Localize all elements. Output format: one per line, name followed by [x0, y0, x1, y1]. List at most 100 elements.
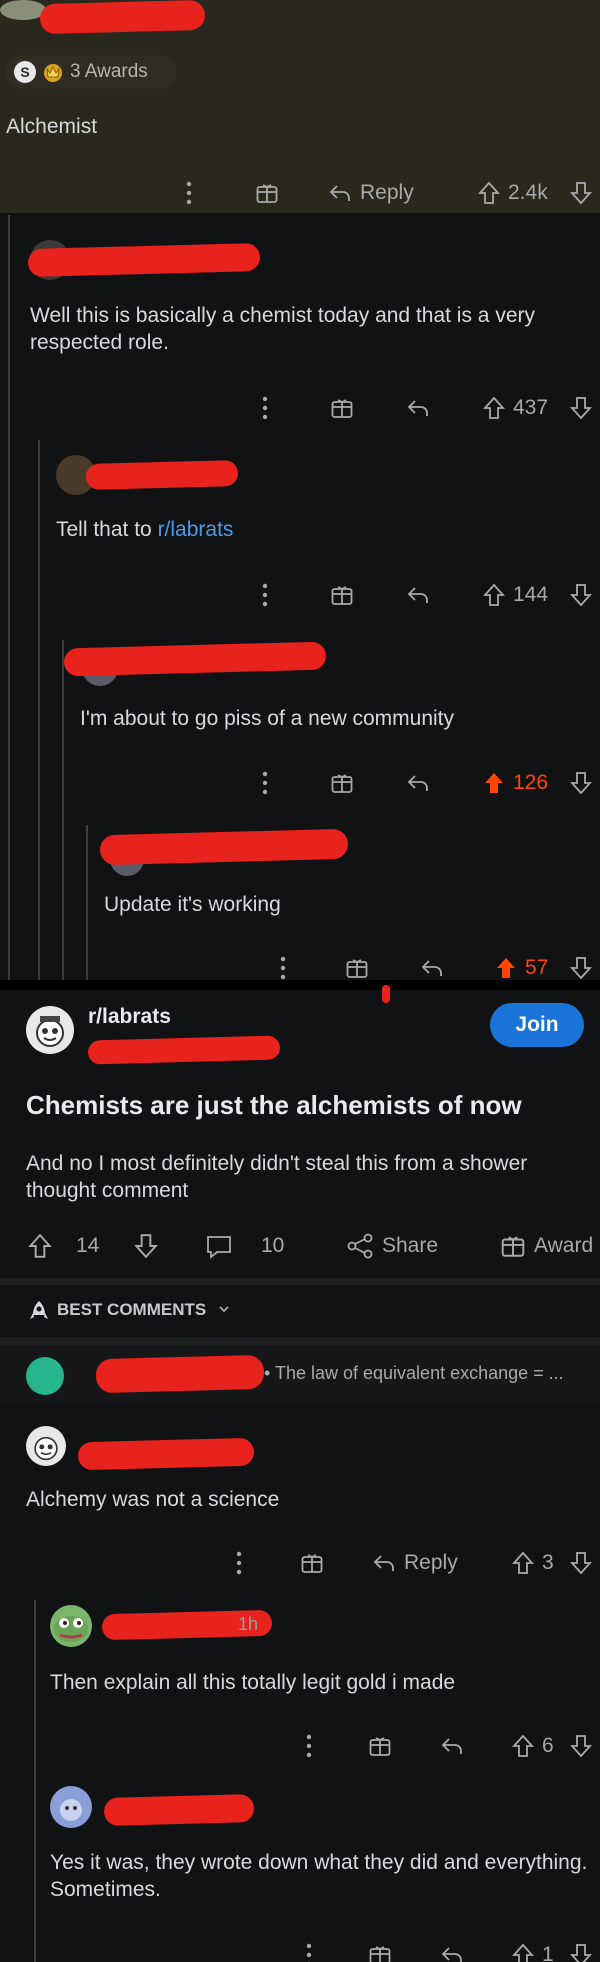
awards-count-label: 3 Awards — [70, 61, 148, 82]
subreddit-avatar[interactable] — [26, 1006, 74, 1054]
subreddit-link[interactable]: r/labrats — [158, 518, 234, 541]
downvote-button[interactable] — [570, 396, 592, 420]
redacted-username — [85, 460, 239, 490]
award-icon[interactable] — [255, 181, 279, 205]
award-icon — [501, 1236, 525, 1257]
comment-actions: 1 — [0, 1935, 600, 1962]
reply-button[interactable]: Reply — [372, 1551, 458, 1575]
downvote-button[interactable] — [570, 1734, 592, 1758]
comments-button[interactable]: 10 — [205, 1233, 284, 1259]
downvote-button[interactable] — [570, 771, 592, 795]
reply-icon[interactable] — [406, 585, 430, 605]
comment-age: 1h — [238, 1614, 259, 1634]
comment-actions: Reply 2.4k — [0, 173, 600, 213]
reply-button[interactable]: Reply — [328, 181, 414, 205]
vote-score: 126 — [513, 771, 549, 794]
reply-icon[interactable] — [420, 958, 444, 978]
comment-text: Alchemist — [6, 115, 98, 138]
comment-actions: 144 — [0, 575, 600, 615]
post-screenshot — [0, 990, 600, 1962]
redaction-mark — [382, 985, 390, 1003]
award-icon[interactable] — [368, 1734, 392, 1758]
vote-score: 1 — [542, 1943, 554, 1962]
chevron-down-icon — [218, 1304, 230, 1314]
award-label: Award — [534, 1234, 594, 1257]
more-options-icon[interactable] — [262, 396, 268, 420]
upvote-button[interactable]: 1 — [512, 1943, 554, 1962]
award-icon[interactable] — [345, 956, 369, 980]
upvote-button[interactable]: 3 — [512, 1551, 554, 1575]
gold-award-icon — [42, 61, 64, 83]
reply-label: Reply — [404, 1551, 458, 1574]
vote-score: 6 — [542, 1734, 554, 1757]
divider — [0, 1337, 600, 1345]
upvote-button[interactable]: 144 — [483, 583, 548, 607]
comment-sort-bar[interactable]: BEST COMMENTS — [0, 1285, 600, 1337]
downvote-button[interactable] — [570, 1551, 592, 1575]
more-options-icon[interactable] — [262, 583, 268, 607]
silver-award-icon: S — [14, 61, 36, 83]
upvote-button-active[interactable]: 57 — [495, 956, 548, 980]
award-icon[interactable] — [300, 1551, 324, 1575]
share-button[interactable]: Share — [346, 1233, 438, 1259]
downvote-button[interactable] — [570, 583, 592, 607]
vote-score: 3 — [542, 1551, 554, 1574]
comment-preview-text: • The law of equivalent exchange = ... — [264, 1363, 564, 1383]
vote-score: 437 — [513, 396, 549, 419]
more-options-icon[interactable] — [262, 771, 268, 795]
upvote-button[interactable]: 437 — [483, 396, 548, 420]
downvote-button[interactable] — [570, 956, 592, 980]
redacted-username — [77, 1437, 255, 1471]
upvote-button[interactable]: 6 — [512, 1734, 554, 1758]
snoo-icon — [36, 1016, 64, 1047]
award-icon[interactable] — [330, 396, 354, 420]
award-icon[interactable] — [330, 583, 354, 607]
avatar — [26, 1357, 64, 1395]
awards-pill[interactable]: S 3 Awards — [6, 55, 176, 89]
comment-bubble-icon — [207, 1236, 231, 1259]
reply-icon[interactable] — [406, 773, 430, 793]
award-button[interactable]: Award — [500, 1233, 593, 1259]
award-icon[interactable] — [330, 771, 354, 795]
pepe-avatar-icon — [54, 1616, 88, 1642]
comment-text: Alchemy was not a science — [26, 1488, 280, 1511]
redacted-username — [95, 1354, 265, 1394]
upvote-button-active[interactable]: 126 — [483, 771, 548, 795]
subreddit-name[interactable]: r/labrats — [88, 1003, 171, 1030]
vote-score: 144 — [513, 583, 549, 606]
snoo-icon — [34, 1436, 58, 1461]
more-options-icon[interactable] — [306, 1943, 312, 1962]
reply-icon[interactable] — [406, 398, 430, 418]
redacted-username — [27, 242, 261, 278]
avatar[interactable] — [26, 1426, 66, 1466]
share-icon — [347, 1233, 373, 1259]
snoo-avatar-icon — [60, 1799, 82, 1821]
more-options-icon[interactable] — [186, 181, 192, 205]
comment-actions: 57 — [0, 948, 600, 980]
comment-actions: Reply 3 — [0, 1543, 600, 1583]
comment-actions: 437 — [0, 388, 600, 428]
award-icon[interactable] — [368, 1943, 392, 1962]
comment-text: Update it's working — [104, 893, 281, 916]
downvote-button[interactable] — [570, 181, 592, 205]
reply-icon[interactable] — [440, 1945, 464, 1962]
downvote-button[interactable] — [570, 1943, 592, 1962]
more-options-icon[interactable] — [306, 1734, 312, 1758]
comment-text: Well this is basically a chemist today a… — [30, 304, 535, 354]
join-button[interactable]: Join — [490, 1003, 584, 1047]
comments-count: 10 — [261, 1234, 285, 1257]
avatar[interactable] — [50, 1786, 92, 1828]
rocket-icon — [28, 1299, 50, 1323]
more-options-icon[interactable] — [236, 1551, 242, 1575]
comment-text: Yes it was, they wrote down what they di… — [50, 1851, 588, 1901]
comment-text-prefix: Tell that to — [56, 518, 158, 541]
comment-actions: 126 — [0, 763, 600, 803]
upvote-button[interactable]: 2.4k — [478, 181, 548, 205]
thread-line — [38, 440, 40, 980]
reply-icon[interactable] — [440, 1736, 464, 1756]
more-options-icon[interactable] — [280, 956, 286, 980]
avatar[interactable] — [50, 1605, 92, 1647]
upvote-button[interactable]: 14 — [28, 1233, 99, 1259]
downvote-button[interactable] — [134, 1233, 158, 1259]
collapsed-comment-preview[interactable]: • The law of equivalent exchange = ... — [0, 1345, 600, 1405]
